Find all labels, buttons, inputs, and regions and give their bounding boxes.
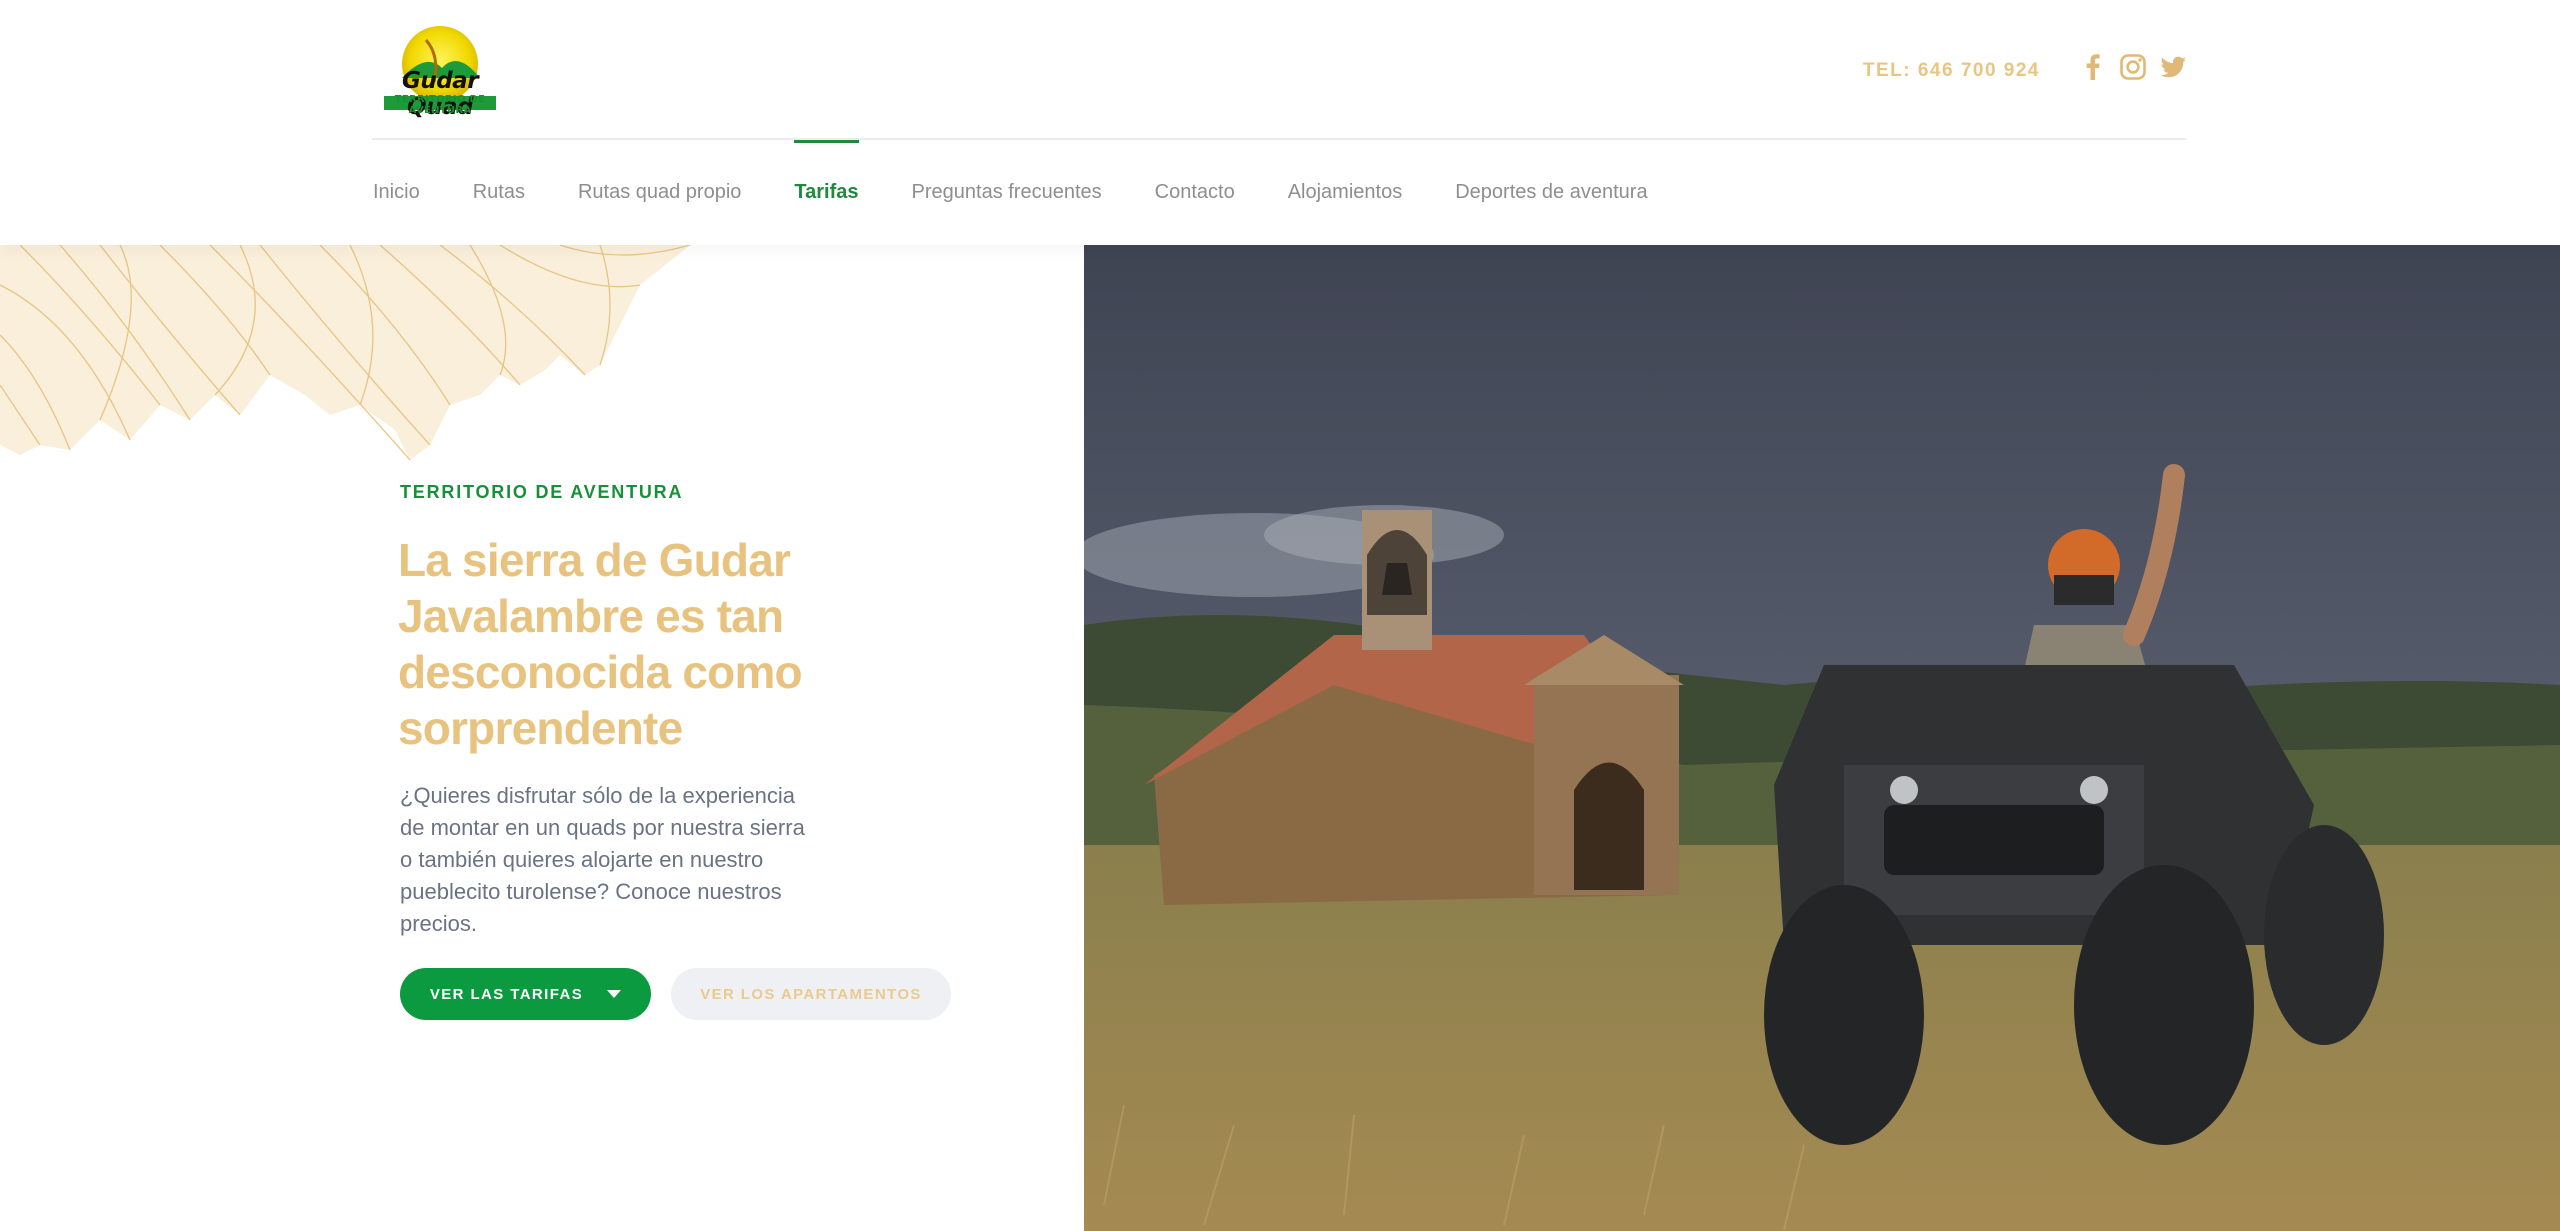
twitter-icon[interactable] <box>2158 52 2188 82</box>
nav-item-preguntas-frecuentes[interactable]: Preguntas frecuentes <box>912 140 1102 244</box>
hero-photo <box>1084 245 2560 1231</box>
facebook-icon[interactable] <box>2078 52 2108 82</box>
hero-eyebrow: TERRITORIO DE AVENTURA <box>400 482 684 502</box>
main-nav: Inicio Rutas Rutas quad propio Tarifas P… <box>373 140 1701 244</box>
nav-item-alojamientos[interactable]: Alojamientos <box>1288 140 1403 244</box>
phone-number[interactable]: TEL: 646 700 924 <box>1863 60 2040 82</box>
nav-item-rutas[interactable]: Rutas <box>473 140 525 244</box>
site-logo[interactable]: Gudar Quad TERRITORIO DE AVENTURA <box>376 22 504 120</box>
nav-item-tarifas[interactable]: Tarifas <box>794 140 859 244</box>
hero-description: ¿Quieres disfrutar sólo de la experienci… <box>400 783 805 936</box>
site-header: Gudar Quad TERRITORIO DE AVENTURA TEL: 6… <box>0 0 2560 245</box>
nav-item-inicio[interactable]: Inicio <box>373 140 420 244</box>
view-rates-label: VER LAS TARIFAS <box>429 985 584 1003</box>
nav-item-rutas-quad-propio[interactable]: Rutas quad propio <box>578 140 741 244</box>
page: Gudar Quad TERRITORIO DE AVENTURA TEL: 6… <box>0 0 2560 1231</box>
instagram-icon[interactable] <box>2118 52 2148 82</box>
logo-subtitle: TERRITORIO DE AVENTURA <box>394 94 486 116</box>
caret-down-icon <box>607 990 622 998</box>
mountains-illustration <box>0 245 690 461</box>
nav-item-deportes-de-aventura[interactable]: Deportes de aventura <box>1455 140 1647 244</box>
nav-item-contacto[interactable]: Contacto <box>1155 140 1235 244</box>
view-apartments-button[interactable]: VER LOS APARTAMENTOS <box>671 968 951 1020</box>
hero-title: La sierra de Gudar Javalambre es tan des… <box>398 534 803 754</box>
view-rates-button[interactable]: VER LAS TARIFAS <box>400 968 651 1020</box>
